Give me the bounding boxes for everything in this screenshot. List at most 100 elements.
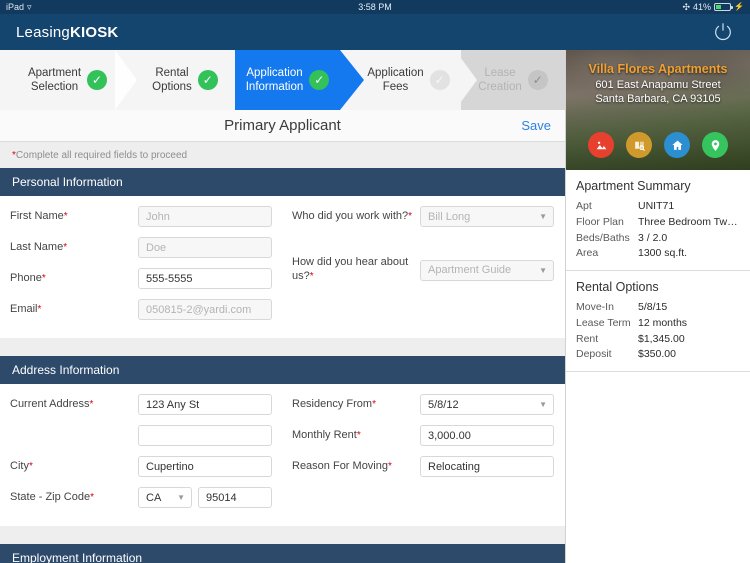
city-input[interactable]: Cupertino	[138, 456, 272, 477]
progress-steps: Apartment Selection ✓ Rental Options ✓ A…	[0, 50, 565, 110]
property-hero-image: Villa Flores Apartments 601 East Anapamu…	[566, 50, 750, 170]
ios-status-bar: iPad ▿ 3:58 PM ✣ 41% ⚡	[0, 0, 750, 14]
apartment-summary-panel: Apartment Summary Apt UNIT71 Floor Plan …	[566, 170, 750, 271]
content-area: Apartment Selection ✓ Rental Options ✓ A…	[0, 50, 750, 563]
field-state-zip: State - Zip Code* CA ▼ 95014	[10, 485, 272, 510]
save-button[interactable]: Save	[521, 118, 551, 133]
row-key: Apt	[576, 200, 592, 212]
bluetooth-icon: ✣	[682, 1, 691, 12]
field-label: Who did you work with?*	[292, 209, 413, 222]
residency-from-select[interactable]: 5/8/12 ▼	[420, 394, 554, 415]
logo-bold-text: KIOSK	[69, 23, 119, 41]
field-label: How did you hear about us?*	[292, 256, 409, 282]
check-icon: ✓	[309, 70, 330, 90]
app-logo: LeasingKIOSK	[16, 24, 118, 41]
step-rental-options[interactable]: Rental Options ✓	[135, 50, 235, 110]
field-label: Monthly Rent*	[292, 428, 361, 441]
status-right: ✣ 41% ⚡	[682, 2, 744, 12]
step-arrow-grey	[455, 50, 477, 110]
first-name-input[interactable]: John	[138, 206, 272, 227]
who-worked-with-select[interactable]: Bill Long ▼	[420, 206, 554, 227]
field-email: Email* 050815-2@yardi.com	[10, 297, 272, 322]
status-time: 3:58 PM	[358, 2, 392, 12]
row-value: $350.00	[638, 348, 676, 361]
required-note-text: Complete all required fields to proceed	[15, 149, 188, 161]
field-address-line-2	[10, 423, 272, 448]
state-select[interactable]: CA ▼	[138, 487, 192, 508]
section-body-personal: First Name* John Last Name* Doe Phone* 5…	[0, 196, 565, 338]
required-fields-note: * Complete all required fields to proceed	[0, 142, 565, 168]
field-label: Reason For Moving*	[292, 459, 392, 472]
field-label: Current Address*	[10, 397, 94, 410]
current-address-input[interactable]: 123 Any St	[138, 394, 272, 415]
photo-gallery-icon[interactable]	[588, 132, 614, 158]
power-icon[interactable]	[712, 21, 734, 43]
last-name-input[interactable]: Doe	[138, 237, 272, 258]
address-right-column: Residency From* 5/8/12 ▼ Monthly Rent* 3…	[282, 392, 564, 516]
step-application-information[interactable]: Application Information ✓	[235, 50, 340, 110]
chevron-down-icon: ▼	[539, 212, 547, 221]
home-icon[interactable]	[664, 132, 690, 158]
email-input[interactable]: 050815-2@yardi.com	[138, 299, 272, 320]
chevron-down-icon: ▼	[177, 493, 185, 502]
section-body-address: Current Address* 123 Any St City* Cupert…	[0, 384, 565, 526]
ipad-screen: iPad ▿ 3:58 PM ✣ 41% ⚡ LeasingKIOSK Apar…	[0, 0, 750, 563]
rental-options-title: Rental Options	[576, 280, 659, 294]
field-residency-from: Residency From* 5/8/12 ▼	[292, 392, 554, 417]
step-application-fees[interactable]: Application Fees ✓	[356, 50, 461, 110]
chevron-down-icon: ▼	[539, 265, 547, 275]
row-key: Deposit	[576, 348, 612, 361]
property-hero-text: Villa Flores Apartments 601 East Anapamu…	[566, 50, 750, 106]
field-label: Last Name*	[10, 240, 68, 253]
field-monthly-rent: Monthly Rent* 3,000.00	[292, 423, 554, 448]
field-city: City* Cupertino	[10, 454, 272, 479]
rental-row: Lease Term 12 months	[576, 316, 740, 332]
chevron-down-icon: ▼	[539, 400, 547, 409]
row-key: Move-In	[576, 301, 614, 313]
check-icon: ✓	[87, 70, 108, 90]
map-pin-icon[interactable]	[702, 132, 728, 158]
floorplan-search-icon[interactable]	[626, 132, 652, 158]
reason-for-moving-input[interactable]: Relocating	[420, 456, 554, 477]
row-key: Rent	[576, 332, 599, 345]
summary-row: Floor Plan Three Bedroom Two Ba...	[576, 215, 740, 231]
charging-bolt-icon: ⚡	[734, 2, 744, 11]
page-title-bar: Primary Applicant Save	[0, 110, 565, 142]
phone-input[interactable]: 555-5555	[138, 268, 272, 289]
row-value: 3 / 2.0	[638, 231, 668, 244]
section-title: Address Information	[12, 363, 120, 377]
summary-row: Area 1300 sq.ft.	[576, 246, 740, 262]
step-label: Rental Options	[152, 66, 192, 93]
app-header: LeasingKIOSK	[0, 14, 750, 50]
check-icon: ✓	[429, 70, 450, 90]
field-last-name: Last Name* Doe	[10, 235, 272, 260]
address-line2-input[interactable]	[138, 425, 272, 446]
section-header-employment: Employment Information	[0, 544, 565, 563]
row-key: Beds/Baths	[576, 231, 630, 244]
rental-row: Rent $1,345.00	[576, 332, 740, 348]
how-heard-select[interactable]: Apartment Guide ▼	[420, 259, 554, 281]
row-value: $1,345.00	[638, 332, 685, 345]
property-sidebar: Villa Flores Apartments 601 East Anapamu…	[565, 50, 750, 563]
property-action-icons	[566, 132, 750, 158]
personal-left-column: First Name* John Last Name* Doe Phone* 5…	[0, 204, 282, 328]
select-value: Apartment Guide	[428, 264, 512, 276]
property-address-line1: 601 East Anapamu Street	[595, 78, 721, 91]
select-value: 5/8/12	[428, 398, 459, 411]
field-reason-for-moving: Reason For Moving* Relocating	[292, 454, 554, 479]
monthly-rent-input[interactable]: 3,000.00	[420, 425, 554, 446]
step-label: Application Information	[245, 66, 304, 93]
field-label: State - Zip Code*	[10, 490, 94, 503]
property-name: Villa Flores Apartments	[588, 62, 728, 76]
row-value: 5/8/15	[638, 301, 668, 313]
summary-row: Apt UNIT71	[576, 199, 740, 215]
step-label: Application Fees	[367, 66, 424, 93]
row-key: Lease Term	[576, 316, 631, 329]
field-phone: Phone* 555-5555	[10, 266, 272, 291]
summary-row: Beds/Baths 3 / 2.0	[576, 231, 740, 247]
zip-code-input[interactable]: 95014	[198, 487, 272, 508]
step-label: Apartment Selection	[27, 66, 82, 93]
row-value: 12 months	[638, 316, 688, 329]
battery-icon	[714, 3, 734, 11]
property-address-line2: Santa Barbara, CA 93105	[595, 92, 721, 105]
